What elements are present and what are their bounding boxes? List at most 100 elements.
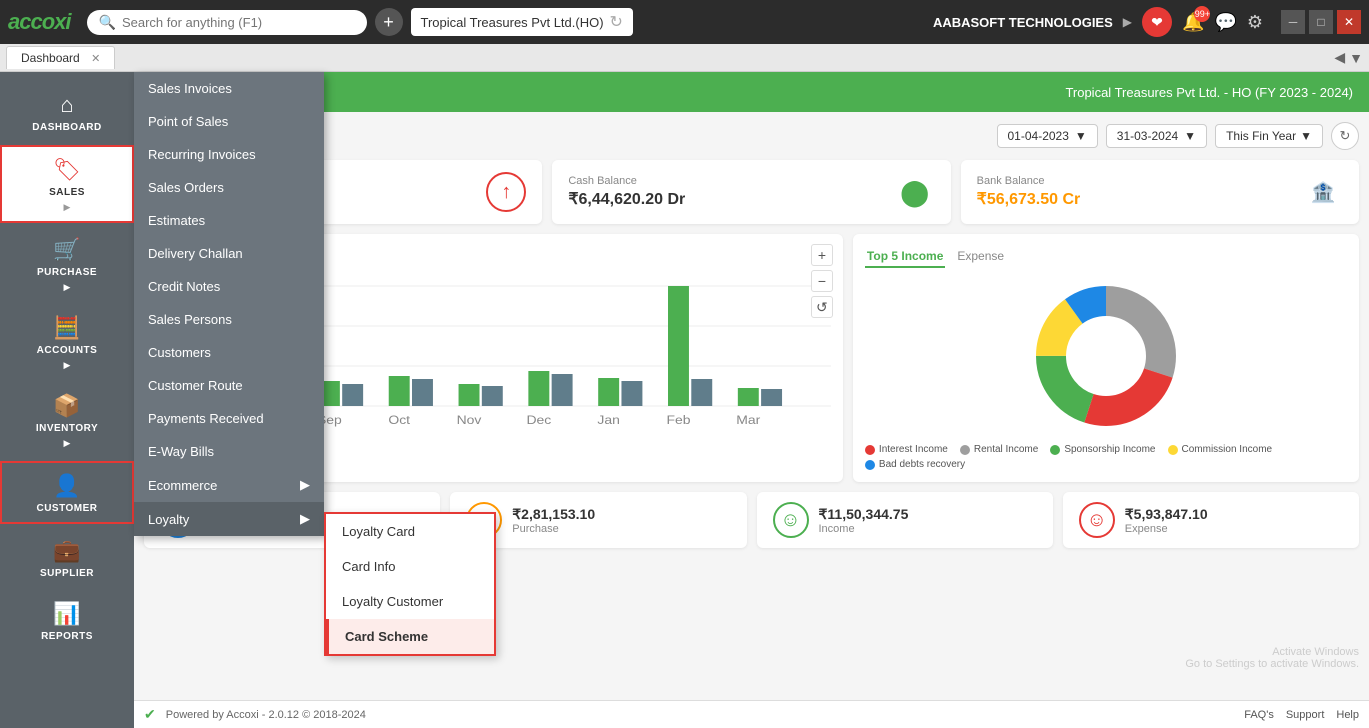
submenu-loyalty-card[interactable]: Loyalty Card bbox=[326, 514, 494, 549]
avatar[interactable]: ❤ bbox=[1142, 7, 1172, 37]
zoom-out-button[interactable]: − bbox=[811, 270, 833, 292]
minimize-button[interactable]: ─ bbox=[1281, 10, 1305, 34]
footer-links: FAQ's Support Help bbox=[1244, 709, 1359, 721]
calendar-icon: ▼ bbox=[1075, 129, 1087, 143]
help-link[interactable]: Help bbox=[1336, 709, 1359, 721]
svg-text:Feb: Feb bbox=[666, 413, 690, 427]
end-date-picker[interactable]: 31-03-2024 ▼ bbox=[1106, 124, 1207, 148]
stat-card-cash: Cash Balance ₹6,44,620.20 Dr ⬤ bbox=[552, 160, 950, 224]
tab-navigation: ◀ ▼ bbox=[1334, 49, 1363, 66]
period-dropdown[interactable]: This Fin Year ▼ bbox=[1215, 124, 1323, 148]
notification-bell[interactable]: 🔔 99+ bbox=[1182, 12, 1204, 33]
sponsorship-label: Sponsorship Income bbox=[1064, 444, 1155, 455]
menu-eway-bills[interactable]: E-Way Bills bbox=[134, 435, 324, 468]
donut-chart-card: Top 5 Income Expense bbox=[853, 234, 1359, 482]
menu-sales-invoices[interactable]: Sales Invoices bbox=[134, 72, 324, 105]
donut-legend: Interest Income Rental Income Sponsorshi… bbox=[865, 444, 1347, 470]
expense-stat-icon: ☺ bbox=[1079, 502, 1115, 538]
sidebar-item-reports[interactable]: 📊 REPORTS bbox=[0, 591, 134, 650]
submenu-loyalty-customer[interactable]: Loyalty Customer bbox=[326, 584, 494, 619]
zoom-in-button[interactable]: + bbox=[811, 244, 833, 266]
chart-controls: + − ↺ bbox=[811, 244, 833, 318]
refresh-dashboard-button[interactable]: ↻ bbox=[1331, 122, 1359, 150]
menu-recurring-invoices[interactable]: Recurring Invoices bbox=[134, 138, 324, 171]
stat-cards-row: Payables ₹1,71,733.50 ↑ Cash Balance ₹6,… bbox=[144, 160, 1359, 224]
menu-customer-route[interactable]: Customer Route bbox=[134, 369, 324, 402]
sidebar: ⌂ DASHBOARD 🏷 SALES ▶ 🛒 PURCHASE ▶ 🧮 ACC… bbox=[0, 72, 134, 728]
search-icon: 🔍 bbox=[99, 14, 116, 31]
settings-icon[interactable]: ⚙ bbox=[1247, 12, 1263, 33]
sidebar-item-inventory[interactable]: 📦 INVENTORY ▶ bbox=[0, 383, 134, 457]
bad-debts-label: Bad debts recovery bbox=[879, 459, 965, 470]
search-input[interactable] bbox=[122, 15, 342, 30]
svg-text:Nov: Nov bbox=[457, 413, 482, 427]
global-search-bar[interactable]: 🔍 bbox=[87, 10, 367, 35]
reset-chart-button[interactable]: ↺ bbox=[811, 296, 833, 318]
sidebar-item-dashboard[interactable]: ⌂ DASHBOARD bbox=[0, 82, 134, 141]
refresh-button[interactable]: ↻ bbox=[610, 12, 623, 32]
start-date-picker[interactable]: 01-04-2023 ▼ bbox=[997, 124, 1098, 148]
menu-credit-notes[interactable]: Credit Notes bbox=[134, 270, 324, 303]
menu-sales-persons[interactable]: Sales Persons bbox=[134, 303, 324, 336]
bank-icon: 🏦 bbox=[1303, 172, 1343, 212]
tab-close-icon[interactable]: ✕ bbox=[91, 53, 100, 65]
tab-bar: Dashboard ✕ ◀ ▼ bbox=[0, 44, 1369, 72]
sidebar-item-customer[interactable]: 👤 CUSTOMER bbox=[0, 461, 134, 524]
tab-expense[interactable]: Expense bbox=[955, 246, 1006, 268]
rental-label: Rental Income bbox=[974, 444, 1038, 455]
message-icon[interactable]: 💬 bbox=[1214, 12, 1236, 33]
inventory-icon: 📦 bbox=[53, 393, 80, 419]
reports-icon: 📊 bbox=[53, 601, 80, 627]
sidebar-item-accounts[interactable]: 🧮 ACCOUNTS ▶ bbox=[0, 305, 134, 379]
company-selector-label: Tropical Treasures Pvt Ltd.(HO) bbox=[421, 15, 604, 30]
commission-dot bbox=[1168, 445, 1178, 455]
company-selector[interactable]: Tropical Treasures Pvt Ltd.(HO) ↻ bbox=[411, 8, 633, 36]
legend-commission: Commission Income bbox=[1168, 444, 1273, 455]
submenu-card-info[interactable]: Card Info bbox=[326, 549, 494, 584]
menu-delivery-challan[interactable]: Delivery Challan bbox=[134, 237, 324, 270]
purchase-icon: 🛒 bbox=[53, 237, 80, 263]
menu-point-of-sales[interactable]: Point of Sales bbox=[134, 105, 324, 138]
menu-sales-orders[interactable]: Sales Orders bbox=[134, 171, 324, 204]
menu-ecommerce[interactable]: Ecommerce ▶ bbox=[134, 468, 324, 502]
support-link[interactable]: Support bbox=[1286, 709, 1325, 721]
customer-label: CUSTOMER bbox=[36, 503, 97, 514]
company-arrow-icon: ▶ bbox=[1123, 15, 1132, 29]
windows-notice: Activate Windows Go to Settings to activ… bbox=[1185, 646, 1359, 670]
company-title: Tropical Treasures Pvt Ltd. - HO (FY 202… bbox=[1065, 85, 1353, 100]
sidebar-item-purchase[interactable]: 🛒 PURCHASE ▶ bbox=[0, 227, 134, 301]
interest-label: Interest Income bbox=[879, 444, 948, 455]
filter-row: 01-04-2023 ▼ 31-03-2024 ▼ This Fin Year … bbox=[144, 122, 1359, 150]
accounts-arrow-icon: ▶ bbox=[64, 360, 71, 371]
sidebar-item-supplier[interactable]: 💼 SUPPLIER bbox=[0, 528, 134, 587]
menu-customers[interactable]: Customers bbox=[134, 336, 324, 369]
faq-link[interactable]: FAQ's bbox=[1244, 709, 1274, 721]
menu-estimates[interactable]: Estimates bbox=[134, 204, 324, 237]
tab-prev-button[interactable]: ◀ bbox=[1334, 49, 1345, 66]
sidebar-item-sales[interactable]: 🏷 SALES ▶ bbox=[0, 145, 134, 223]
menu-payments-received[interactable]: Payments Received bbox=[134, 402, 324, 435]
menu-loyalty[interactable]: Loyalty ▶ bbox=[134, 502, 324, 536]
commission-label: Commission Income bbox=[1182, 444, 1273, 455]
tab-top5-income[interactable]: Top 5 Income bbox=[865, 246, 945, 268]
add-button[interactable]: + bbox=[375, 8, 403, 36]
purchase-stat-label: Purchase bbox=[512, 523, 595, 535]
maximize-button[interactable]: □ bbox=[1309, 10, 1333, 34]
rental-dot bbox=[960, 445, 970, 455]
reports-label: REPORTS bbox=[41, 631, 93, 642]
accounts-icon: 🧮 bbox=[53, 315, 80, 341]
accounts-label: ACCOUNTS bbox=[37, 345, 98, 356]
submenu-card-scheme[interactable]: Card Scheme bbox=[326, 619, 494, 654]
sales-dropdown-menu: Sales Invoices Point of Sales Recurring … bbox=[134, 72, 324, 536]
tab-dashboard[interactable]: Dashboard ✕ bbox=[6, 46, 115, 69]
svg-text:Oct: Oct bbox=[388, 413, 410, 427]
supplier-label: SUPPLIER bbox=[40, 568, 94, 579]
cash-value: ₹6,44,620.20 Dr bbox=[568, 189, 882, 209]
close-button[interactable]: ✕ bbox=[1337, 10, 1361, 34]
dashboard-icon: ⌂ bbox=[60, 92, 73, 118]
sales-label: SALES bbox=[49, 187, 85, 198]
notification-count: 99+ bbox=[1194, 6, 1210, 22]
sales-arrow-icon: ▶ bbox=[64, 202, 71, 213]
tab-next-button[interactable]: ▼ bbox=[1349, 49, 1363, 66]
expense-stat-label: Expense bbox=[1125, 523, 1208, 535]
